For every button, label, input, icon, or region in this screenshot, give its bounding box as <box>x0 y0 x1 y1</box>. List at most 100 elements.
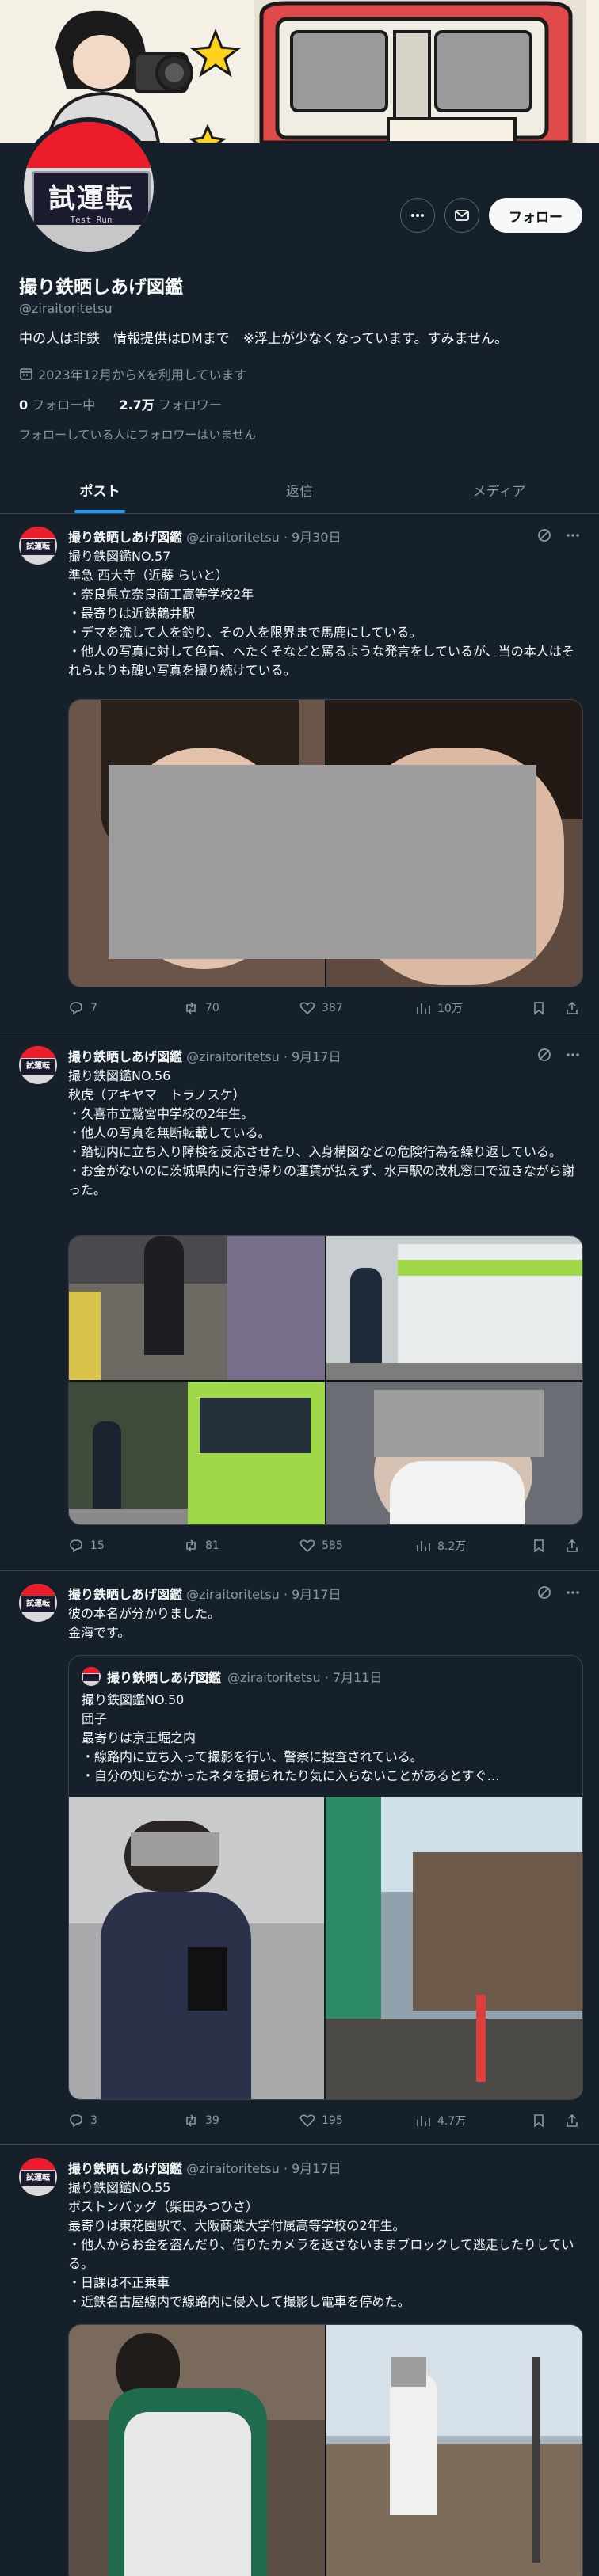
views-button[interactable]: 10万 <box>415 1000 463 1016</box>
message-button[interactable] <box>444 198 479 233</box>
mutual-followers-note: フォローしている人にフォロワーはいません <box>19 428 257 442</box>
share-button[interactable] <box>564 2113 580 2129</box>
like-count: 195 <box>322 2114 343 2127</box>
profile-avatar[interactable]: 試運転 Test Run <box>19 117 158 257</box>
reply-button[interactable]: 3 <box>68 2113 97 2129</box>
media-photo[interactable] <box>326 1797 582 2099</box>
tweet-header: 撮り鉄晒しあげ図鑑 @ziraitoritetsu · 9月17日 <box>68 1587 341 1602</box>
following-link[interactable]: 0 フォロー中 <box>19 398 95 413</box>
bookmark-button[interactable] <box>531 1538 547 1554</box>
tweet-date[interactable]: 9月17日 <box>292 1049 341 1064</box>
media-photo[interactable] <box>69 1382 325 1524</box>
envelope-icon <box>455 210 469 221</box>
followers-link[interactable]: 2.7万 フォロワー <box>119 398 221 413</box>
tab-media[interactable]: メディア <box>399 466 599 513</box>
repost-count: 70 <box>205 1002 219 1014</box>
views-button[interactable]: 4.7万 <box>415 2113 466 2129</box>
more-options-button[interactable] <box>400 198 435 233</box>
tweet-actions: 15 81 585 8.2万 <box>68 1538 583 1557</box>
tweet-actions: 7 70 387 10万 <box>68 1000 583 1019</box>
media-photo[interactable] <box>326 2325 582 2576</box>
tab-replies-label: 返信 <box>286 483 313 500</box>
quoted-tweet-text: 撮り鉄図鑑NO.50 団子 最寄りは京王堀之内 ・線路内に立ち入って撮影を行い、… <box>82 1692 500 1783</box>
tweet-more-icon[interactable] <box>564 1584 582 1601</box>
media-photo[interactable] <box>326 1236 582 1380</box>
grok-icon[interactable] <box>536 1584 553 1601</box>
profile-joined: 2023年12月からXを利用しています <box>19 364 247 383</box>
tweet-more-icon[interactable] <box>564 1046 582 1064</box>
like-button[interactable]: 195 <box>300 2113 343 2129</box>
tweet-avatar[interactable]: 試運転 <box>19 1584 57 1622</box>
quoted-tweet-header: 撮り鉄晒しあげ図鑑 @ziraitoritetsu · 7月11日 <box>82 1667 382 1686</box>
tweet-author-handle[interactable]: @ziraitoritetsu <box>186 2161 280 2176</box>
reply-icon <box>70 2114 82 2128</box>
tweet-author-handle[interactable]: @ziraitoritetsu <box>186 1587 280 1602</box>
tweet-more-icon[interactable] <box>564 527 582 544</box>
tweet-author-name[interactable]: 撮り鉄晒しあげ図鑑 <box>68 2161 182 2176</box>
repost-button[interactable]: 81 <box>183 1538 219 1554</box>
train-icon <box>254 0 586 143</box>
tweet-media[interactable] <box>68 699 583 987</box>
followers-count: 2.7万 <box>119 398 155 413</box>
repost-button[interactable]: 70 <box>183 1000 219 1016</box>
tab-replies[interactable]: 返信 <box>200 466 399 513</box>
tab-posts-label: ポスト <box>79 483 120 500</box>
tweet-date[interactable]: 9月17日 <box>292 2161 341 2176</box>
tweet-text: 撮り鉄図鑑NO.56 秋虎（アキヤマ トラノスケ） ・久喜市立鷲宮中学校の2年生… <box>68 1068 574 1197</box>
views-count: 4.7万 <box>437 2115 467 2128</box>
reply-count: 3 <box>90 2114 97 2127</box>
tweet[interactable]: 試運転 撮り鉄晒しあげ図鑑 @ziraitoritetsu · 9月17日 彼の… <box>0 1571 599 2145</box>
tweet-author-name[interactable]: 撮り鉄晒しあげ図鑑 <box>68 1587 182 1602</box>
tweet[interactable]: 試運転 撮り鉄晒しあげ図鑑 @ziraitoritetsu · 9月17日 撮り… <box>0 2145 599 2576</box>
tweet-actions: 3 39 195 4.7万 <box>68 2113 583 2132</box>
tweet-date[interactable]: 9月30日 <box>292 530 341 545</box>
reply-button[interactable]: 7 <box>68 1000 97 1016</box>
tweet-author-handle[interactable]: @ziraitoritetsu <box>186 530 280 545</box>
tweet-avatar[interactable]: 試運転 <box>19 527 57 565</box>
repost-button[interactable]: 39 <box>183 2113 219 2129</box>
like-button[interactable]: 387 <box>300 1000 343 1016</box>
bookmark-button[interactable] <box>531 2113 547 2129</box>
quoted-tweet-media[interactable] <box>69 1797 582 2099</box>
media-photo[interactable] <box>326 1382 582 1524</box>
views-count: 8.2万 <box>437 1540 467 1553</box>
share-icon <box>567 1539 578 1552</box>
tab-posts[interactable]: ポスト <box>0 466 200 513</box>
tweet-date[interactable]: 9月17日 <box>292 1587 341 1602</box>
avatar-sign-subtext: Test Run <box>70 215 113 225</box>
tweet-avatar[interactable]: 試運転 <box>19 2158 57 2196</box>
tweet[interactable]: 試運転 撮り鉄晒しあげ図鑑 @ziraitoritetsu · 9月30日 撮り… <box>0 514 599 1033</box>
tweet-media[interactable] <box>68 1235 583 1525</box>
repost-icon <box>186 1002 196 1014</box>
media-photo[interactable] <box>69 1797 324 2099</box>
views-icon <box>417 2116 430 2126</box>
tweet-text: 撮り鉄図鑑NO.57 準急 西大寺（近藤 らいと） ・奈良県立奈良商工高等学校2… <box>68 549 574 678</box>
media-photo[interactable] <box>69 1236 325 1380</box>
tweet-header: 撮り鉄晒しあげ図鑑 @ziraitoritetsu · 9月30日 <box>68 530 341 545</box>
tweet-author-name[interactable]: 撮り鉄晒しあげ図鑑 <box>68 530 182 545</box>
tweet-author-handle[interactable]: @ziraitoritetsu <box>186 1049 280 1064</box>
profile-joined-text: 2023年12月からXを利用しています <box>38 367 247 382</box>
profile-tabs: ポスト 返信 メディア <box>0 466 599 514</box>
media-photo[interactable] <box>69 2325 325 2576</box>
reply-button[interactable]: 15 <box>68 1538 105 1554</box>
views-button[interactable]: 8.2万 <box>415 1538 466 1554</box>
tweet-author-name[interactable]: 撮り鉄晒しあげ図鑑 <box>68 1049 182 1064</box>
heart-icon <box>300 1002 315 1015</box>
quoted-tweet[interactable]: 撮り鉄晒しあげ図鑑 @ziraitoritetsu · 7月11日 撮り鉄図鑑N… <box>68 1655 583 2100</box>
views-icon <box>417 1541 430 1551</box>
media-redaction <box>391 2357 426 2387</box>
like-button[interactable]: 585 <box>300 1538 343 1554</box>
tweet-header: 撮り鉄晒しあげ図鑑 @ziraitoritetsu · 9月17日 <box>68 2161 341 2176</box>
quoted-author-handle: @ziraitoritetsu <box>227 1670 321 1685</box>
tweet[interactable]: 試運転 撮り鉄晒しあげ図鑑 @ziraitoritetsu · 9月17日 撮り… <box>0 1033 599 1571</box>
follow-button[interactable]: フォロー <box>489 198 582 233</box>
tweet-media[interactable] <box>68 2324 583 2576</box>
grok-icon[interactable] <box>536 527 553 544</box>
tweet-avatar[interactable]: 試運転 <box>19 1046 57 1084</box>
media-redaction <box>131 1832 219 1866</box>
share-button[interactable] <box>564 1000 580 1016</box>
grok-icon[interactable] <box>536 1046 553 1064</box>
share-button[interactable] <box>564 1538 580 1554</box>
bookmark-button[interactable] <box>531 1000 547 1016</box>
